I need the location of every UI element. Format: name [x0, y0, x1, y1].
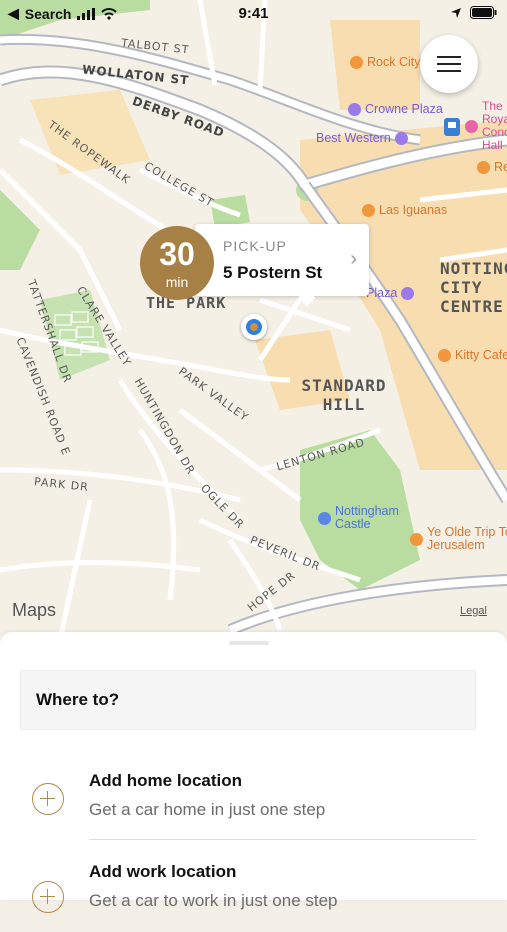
poi-plaza[interactable]: Plaza — [366, 286, 415, 300]
theatre-icon — [465, 119, 478, 133]
hamburger-icon — [437, 56, 461, 58]
poi-kitty-cafe[interactable]: Kitty Cafe — [438, 348, 507, 362]
menu-button[interactable] — [420, 35, 478, 93]
where-to-input[interactable]: Where to? — [20, 670, 476, 730]
map-view[interactable]: ◀ Search 9:41 TALBOT ST WOLLATON ST DERB… — [0, 0, 507, 640]
music-icon — [350, 55, 363, 69]
pickup-label: PICK-UP — [223, 238, 287, 254]
item-subtitle: Get a car home in just one step — [89, 800, 326, 819]
poi-label: Ye Olde Trip To Jerusalem — [427, 525, 507, 552]
poi-label: Plaza — [366, 286, 398, 300]
eta-badge: 30 min — [140, 226, 214, 300]
cafe-icon — [438, 348, 451, 362]
poi-royal-concert[interactable]: The Royal Concert Hall — [465, 100, 507, 152]
poi-label: Crowne Plaza — [365, 102, 443, 116]
add-work-location-item[interactable]: Add work location Get a car to work in j… — [0, 844, 507, 932]
eta-unit: min — [165, 274, 189, 290]
bottom-sheet: Where to? Add home location Get a car ho… — [0, 632, 507, 913]
poi-label: Kitty Cafe — [455, 348, 507, 362]
restaurant-icon — [362, 203, 375, 217]
poi-label: The Royal Concert Hall — [482, 99, 507, 152]
divider — [89, 839, 476, 840]
poi-label: Nottingham Castle — [335, 504, 399, 531]
poi-label: Re... — [494, 160, 507, 174]
poi-ye-olde-trip[interactable]: Ye Olde Trip To Jerusalem — [410, 526, 507, 552]
maps-logo-text: Maps — [12, 600, 57, 620]
apple-maps-logo: Maps — [12, 600, 56, 621]
poi-nottingham-castle[interactable]: Nottingham Castle — [318, 505, 413, 531]
area-label-city-centre: NOTTINGHAM CITY CENTRE — [440, 259, 507, 316]
pickup-card[interactable]: PICK-UP 5 Postern St › — [195, 224, 369, 307]
chevron-right-icon: › — [350, 248, 357, 270]
pub-icon — [410, 532, 423, 546]
tram-stop-icon — [444, 118, 460, 136]
add-icon — [32, 783, 64, 815]
item-title: Add home location — [89, 771, 242, 790]
poi-crowne-plaza[interactable]: Crowne Plaza — [348, 102, 443, 116]
pickup-address: 5 Postern St — [223, 263, 323, 282]
hotel-icon — [394, 131, 408, 145]
poi-best-western[interactable]: Best Western — [316, 131, 408, 145]
location-core — [250, 323, 258, 331]
where-to-text: Where to? — [36, 690, 120, 709]
battery-icon — [470, 6, 497, 19]
hotel-icon — [401, 286, 415, 300]
location-arrow-icon — [451, 7, 461, 18]
status-time: 9:41 — [238, 5, 269, 22]
restaurant-icon — [477, 160, 490, 174]
add-home-location-item[interactable]: Add home location Get a car home in just… — [0, 752, 507, 840]
hamburger-icon-line — [437, 63, 461, 65]
poi-label: Best Western — [316, 131, 391, 145]
poi-rock-city[interactable]: Rock City — [350, 55, 420, 69]
poi-label: Rock City — [367, 55, 421, 69]
poi-las-iguanas[interactable]: Las Iguanas — [362, 203, 447, 217]
add-icon — [32, 881, 64, 913]
item-title: Add work location — [89, 862, 237, 881]
poi-label: Las Iguanas — [379, 203, 448, 217]
status-bar: ◀ Search 9:41 — [0, 0, 507, 28]
sheet-grab-handle[interactable] — [229, 641, 269, 645]
eta-minutes: 30 — [159, 236, 195, 272]
item-subtitle: Get a car to work in just one step — [89, 891, 338, 910]
hamburger-icon-line — [437, 70, 461, 72]
hotel-icon — [348, 102, 361, 116]
area-label-standard-hill: STANDARD HILL — [301, 376, 387, 414]
landmark-icon — [318, 511, 331, 525]
poi-restaurant[interactable]: Re... — [477, 160, 507, 174]
current-location-pin — [241, 314, 267, 340]
legal-link[interactable]: Legal — [460, 605, 487, 617]
